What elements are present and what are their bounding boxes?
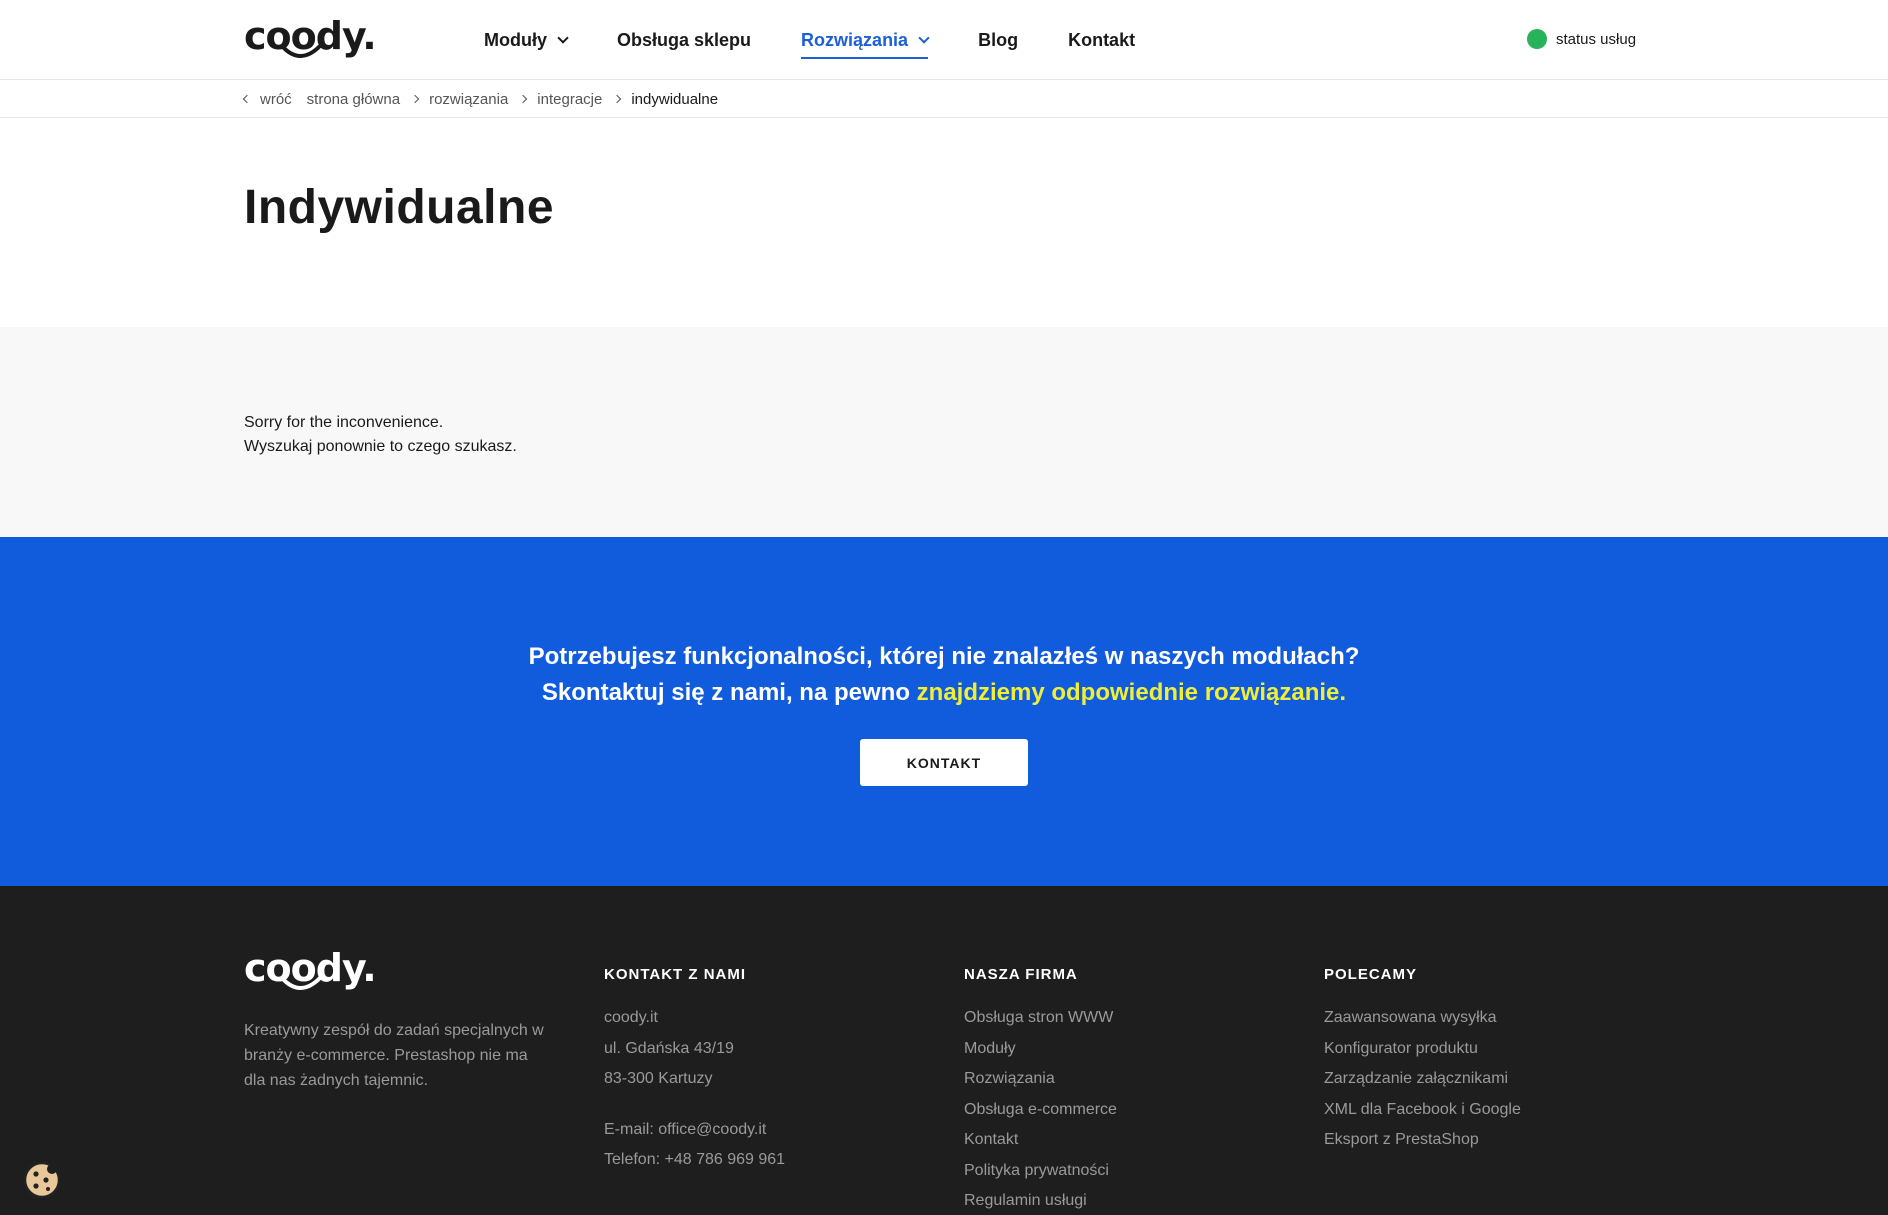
nav-item-kontakt[interactable]: Kontakt [1068,0,1135,80]
footer-link[interactable]: Obsługa e-commerce [964,1095,1117,1126]
breadcrumb-back-link[interactable]: wróć [260,91,292,108]
chevron-down-icon [918,31,930,44]
chevron-right-icon [519,94,528,104]
nav-label: Rozwiązania [801,29,909,50]
site-footer: coody. Kreatywny zespół do zadań specjal… [0,886,1888,1215]
cta-line-2: Skontaktuj się z nami, na pewno znajdzie… [0,675,1888,711]
breadcrumb: wróć strona główna rozwiązania integracj… [0,80,1888,118]
cta-highlight: znajdziemy odpowiednie rozwiązanie. [916,679,1347,706]
footer-link[interactable]: Eksport z PrestaShop [1324,1125,1521,1156]
cta-line-2-text: Skontaktuj się z nami, na pewno [541,679,917,706]
cookie-settings-icon[interactable] [22,1160,62,1200]
nav-item-blog[interactable]: Blog [978,0,1018,80]
footer-contact-line: ul. Gdańska 43/19 [604,1039,734,1057]
footer-phone-link[interactable]: Telefon: +48 786 969 961 [604,1145,785,1176]
empty-state-message: Sorry for the inconvenience. Wyszukaj po… [244,411,517,459]
footer-heading: NASZA FIRMA [964,966,1078,983]
nav-label: Moduły [484,29,547,50]
footer-heading: POLECAMY [1324,966,1418,983]
logo-smile-icon [280,44,322,58]
breadcrumb-item-rozwiazania[interactable]: rozwiązania [429,91,508,108]
message-line: Wyszukaj ponownie to czego szukasz. [244,438,517,455]
footer-link[interactable]: Regulamin usługi [964,1186,1117,1215]
contact-cta-section: Potrzebujesz funkcjonalności, której nie… [0,537,1888,886]
nav-item-rozwiazania[interactable]: Rozwiązania [801,0,930,80]
main-nav: Moduły Obsługa sklepu Rozwiązania Blog K… [484,0,1185,80]
footer-link[interactable]: Moduły [964,1034,1117,1065]
status-indicator-icon [1527,29,1547,49]
nav-item-moduly[interactable]: Moduły [484,0,569,80]
chevron-down-icon [557,31,569,44]
footer-link[interactable]: Rozwiązania [964,1064,1117,1095]
footer-description: Kreatywny zespół do zadań specjalnych w … [244,1022,544,1089]
footer-link[interactable]: Konfigurator produktu [1324,1034,1521,1065]
footer-link[interactable]: XML dla Facebook i Google [1324,1095,1521,1126]
footer-logo[interactable]: coody. [244,946,377,990]
chevron-right-icon [410,94,420,104]
site-header: coody. Moduły Obsługa sklepu Rozwiązania… [0,0,1888,80]
kontakt-button[interactable]: KONTAKT [860,739,1028,786]
footer-heading: KONTAKT Z NAMI [604,966,747,983]
service-status-link[interactable]: status usług [1527,29,1636,49]
footer-link[interactable]: Polityka prywatności [964,1156,1117,1187]
chevron-left-icon [242,94,252,104]
breadcrumb-item-integracje[interactable]: integracje [537,91,602,108]
nav-item-obsluga-sklepu[interactable]: Obsługa sklepu [617,0,751,80]
nav-label: Blog [978,29,1019,50]
cta-text: Potrzebujesz funkcjonalności, której nie… [0,639,1888,711]
breadcrumb-item-home[interactable]: strona główna [307,91,400,108]
footer-company-column: NASZA FIRMA Obsługa stron WWW Moduły Roz… [964,966,1117,1215]
logo-smile-icon [280,976,322,990]
nav-label: Obsługa sklepu [617,29,752,50]
status-label: status usług [1556,30,1637,48]
footer-link[interactable]: Zaawansowana wysyłka [1324,1003,1521,1034]
site-logo[interactable]: coody. [244,14,377,64]
breadcrumb-item-current: indywidualne [631,90,719,108]
footer-link[interactable]: Kontakt [964,1125,1117,1156]
message-section: Sorry for the inconvenience. Wyszukaj po… [0,327,1888,537]
cta-line-1: Potrzebujesz funkcjonalności, której nie… [528,643,1360,670]
footer-link[interactable]: Zarządzanie załącznikami [1324,1064,1521,1095]
footer-contact-column: KONTAKT Z NAMI coody.it ul. Gdańska 43/1… [604,966,785,1176]
chevron-right-icon [613,94,622,104]
page-title: Indywidualne [244,181,555,234]
footer-contact-line[interactable]: coody.it [604,1003,785,1034]
nav-label: Kontakt [1068,29,1136,50]
footer-link[interactable]: Obsługa stron WWW [964,1003,1117,1034]
message-line: Sorry for the inconvenience. [244,414,444,431]
footer-contact-line: 83-300 Kartuzy [604,1070,713,1087]
footer-email-link[interactable]: E-mail: office@coody.it [604,1115,785,1146]
footer-recommend-column: POLECAMY Zaawansowana wysyłka Konfigurat… [1324,966,1521,1156]
